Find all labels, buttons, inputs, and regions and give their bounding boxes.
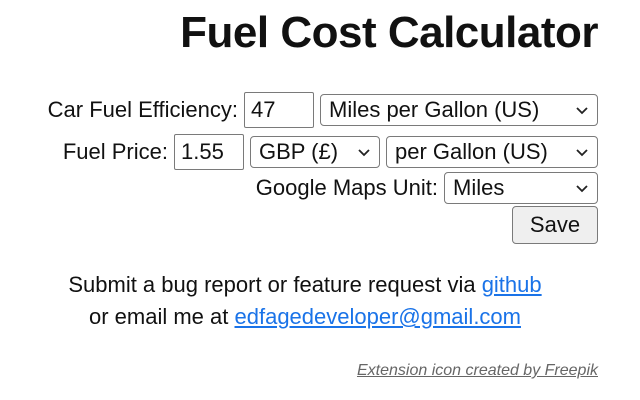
bug-report-text: Submit a bug report or feature request v…	[68, 272, 482, 297]
maps-unit-value: Miles	[453, 175, 505, 200]
save-row: Save	[512, 206, 598, 244]
efficiency-row: Car Fuel Efficiency: Miles per Gallon (U…	[48, 92, 598, 128]
price-label: Fuel Price:	[62, 139, 168, 164]
price-input[interactable]	[174, 134, 244, 170]
save-button[interactable]: Save	[512, 206, 598, 244]
efficiency-unit-select[interactable]: Miles per Gallon (US)	[320, 94, 598, 126]
price-per-unit-select[interactable]: per Gallon (US)	[386, 136, 598, 168]
icon-credit-link[interactable]: Extension icon created by Freepik	[357, 362, 598, 380]
price-per-unit-value: per Gallon (US)	[395, 139, 548, 164]
efficiency-label: Car Fuel Efficiency:	[47, 97, 238, 122]
email-line: or email me at edfagedeveloper@gmail.com	[0, 304, 610, 330]
chevron-down-icon	[576, 185, 588, 193]
chevron-down-icon	[358, 149, 370, 157]
chevron-down-icon	[576, 149, 588, 157]
chevron-down-icon	[576, 107, 588, 115]
price-row: Fuel Price: GBP (£) per Gallon (US)	[63, 134, 598, 170]
maps-unit-row: Google Maps Unit: Miles	[256, 172, 598, 204]
github-link[interactable]: github	[482, 272, 542, 297]
currency-select[interactable]: GBP (£)	[250, 136, 380, 168]
email-text: or email me at	[89, 304, 235, 329]
efficiency-unit-value: Miles per Gallon (US)	[329, 97, 540, 122]
bug-report-line: Submit a bug report or feature request v…	[0, 272, 610, 298]
efficiency-input[interactable]	[244, 92, 314, 128]
maps-unit-label: Google Maps Unit:	[255, 175, 438, 200]
page-title: Fuel Cost Calculator	[180, 8, 598, 57]
currency-value: GBP (£)	[259, 139, 339, 164]
email-link[interactable]: edfagedeveloper@gmail.com	[235, 304, 522, 329]
maps-unit-select[interactable]: Miles	[444, 172, 598, 204]
popup-page: Fuel Cost Calculator Car Fuel Efficiency…	[0, 0, 640, 400]
